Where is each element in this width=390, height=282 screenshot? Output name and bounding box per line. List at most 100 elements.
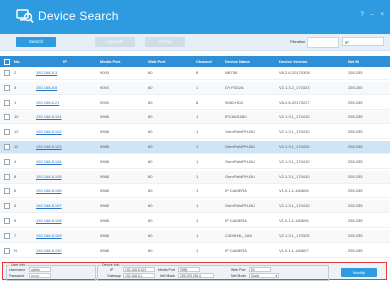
row-channel: 1 xyxy=(196,158,199,164)
row-checkbox[interactable] xyxy=(4,156,12,168)
row-ip[interactable]: 192.168.8.8 xyxy=(36,82,94,94)
row-channel: 8 xyxy=(196,99,199,105)
config-button[interactable]: Config xyxy=(145,37,185,47)
row-checkbox[interactable] xyxy=(4,97,12,109)
row-checkbox[interactable] xyxy=(4,245,12,257)
gateway-field[interactable]: 192.168.8.1 xyxy=(123,273,155,278)
col-header-web-port[interactable]: Web Port xyxy=(148,56,184,67)
row-web-port: 80 xyxy=(148,158,153,164)
row-web-port: 80 xyxy=(148,99,153,105)
row-channel: 8 xyxy=(196,70,199,75)
row-checkbox[interactable] xyxy=(4,141,12,153)
row-channel: 1 xyxy=(196,114,199,120)
row-web-port: 80 xyxy=(148,84,153,90)
row-device-version: V1.0.1.1-160606 xyxy=(279,218,309,223)
media-port-field[interactable]: 9988 xyxy=(178,267,200,272)
row-net-mask: 255.255 xyxy=(348,158,363,164)
select-all-checkbox[interactable] xyxy=(4,56,12,67)
table-row[interactable]: 2 192.168.8.3 9000 80 8 NB758 V8.2.6-20170308 2… xyxy=(0,67,390,80)
row-web-port: 80 xyxy=(148,203,153,209)
row-net-mask: 255.255 xyxy=(348,129,363,135)
row-device-name: OemFieldPH-BU xyxy=(225,203,255,209)
row-device-name: IPCAM1080 xyxy=(225,114,247,120)
row-checkbox[interactable] xyxy=(4,230,12,242)
table-row[interactable]: 8 192.168.8.105 9988 80 1 OemFieldPH-BU V2.1.3… xyxy=(0,170,390,184)
row-ip[interactable]: 192.168.8.108 xyxy=(36,215,94,227)
row-checkbox[interactable] xyxy=(4,200,12,212)
col-header-net-mask[interactable]: Net M xyxy=(348,56,388,67)
row-media-port: 9988 xyxy=(100,247,109,253)
col-header-device-version[interactable]: Device Version xyxy=(279,56,337,67)
row-net-mask: 255.255 xyxy=(348,144,363,149)
netmode-select[interactable]: Static ▾ xyxy=(249,273,279,278)
table-row[interactable]: N 192.168.8.190 9988 80 1 IP CAMERA V1.0.1.1-1… xyxy=(0,245,390,258)
table-row[interactable]: 4 192.168.8.104 9988 80 1 OemFieldPH-BU V2.1.3… xyxy=(0,156,390,169)
row-ip[interactable]: 192.168.8.21 xyxy=(36,97,94,109)
col-header-ip[interactable]: IP xyxy=(36,56,94,67)
row-no: 7 xyxy=(14,232,17,238)
row-device-version: V2.1.3.2_170323 xyxy=(279,84,310,90)
username-field[interactable]: admin xyxy=(29,267,51,272)
col-header-no[interactable]: No. xyxy=(14,56,30,67)
upgrade-button[interactable]: Upgrade xyxy=(95,37,135,47)
filter-input[interactable] xyxy=(307,37,339,48)
table-row[interactable]: 1 192.168.8.21 9000 80 8 9080-HD2 V8.2.6-20170… xyxy=(0,97,390,110)
row-channel: 1 xyxy=(196,218,199,223)
row-ip[interactable]: 192.168.8.101 xyxy=(36,111,94,123)
table-row[interactable]: 3 192.168.8.8 9000 80 1 DYYSD2A V2.1.3.2_17032… xyxy=(0,81,390,95)
row-checkbox[interactable] xyxy=(4,82,12,94)
row-checkbox[interactable] xyxy=(4,215,12,227)
row-ip[interactable]: 192.168.8.3 xyxy=(36,67,94,79)
row-no: 4 xyxy=(14,158,17,164)
row-ip[interactable]: 192.168.8.103 xyxy=(36,141,94,153)
row-checkbox[interactable] xyxy=(4,185,12,197)
table-row[interactable]: 12 192.168.8.102 9988 80 1 OemFieldPH-BU V2.1.… xyxy=(0,126,390,140)
row-no: 10 xyxy=(14,114,19,120)
close-icon[interactable]: × xyxy=(380,12,384,18)
row-device-version: V2.1.3.1_170325 xyxy=(279,232,310,238)
row-no: 11 xyxy=(14,144,19,149)
table-row[interactable]: 7 192.168.8.109 9988 80 1 C4D9H4L_16A V2.1.3.1… xyxy=(0,229,390,243)
row-checkbox[interactable] xyxy=(4,126,12,138)
row-device-name: 9080-HD2 xyxy=(225,99,244,105)
row-ip[interactable]: 192.168.8.105 xyxy=(36,171,94,183)
table-row[interactable]: 9 192.168.8.108 9988 80 1 IP CAMERA V1.0.1.1-1… xyxy=(0,215,390,228)
table-row[interactable]: 10 192.168.8.101 9988 80 1 IPCAM1080 V2.1.3.1_… xyxy=(0,111,390,125)
col-header-media-port[interactable]: Media Port xyxy=(100,56,136,67)
col-header-channel[interactable]: Channel xyxy=(196,56,224,67)
row-web-port: 80 xyxy=(148,70,153,75)
row-ip[interactable]: 192.168.8.190 xyxy=(36,245,94,257)
row-checkbox[interactable] xyxy=(4,67,12,79)
row-checkbox[interactable] xyxy=(4,111,12,123)
password-field[interactable]: ••••••• xyxy=(29,273,51,278)
row-checkbox[interactable] xyxy=(4,171,12,183)
web-port-field[interactable]: 80 xyxy=(249,267,271,272)
row-ip[interactable]: 192.168.8.106 xyxy=(36,185,94,197)
help-icon[interactable]: ? xyxy=(360,12,363,18)
search-button[interactable]: Search xyxy=(16,37,56,47)
table-row[interactable]: 6 192.168.8.106 9988 80 1 IP CAMERA V1.0.1.1-1… xyxy=(0,185,390,199)
row-device-name: C4D9H4L_16A xyxy=(225,232,252,238)
minimize-icon[interactable]: – xyxy=(370,12,373,18)
row-net-mask: 255.255 xyxy=(348,99,363,105)
row-net-mask: 255.255 xyxy=(348,173,363,179)
modify-button[interactable]: Modify xyxy=(341,268,377,277)
row-media-port: 9988 xyxy=(100,203,109,209)
row-ip[interactable]: 192.168.8.104 xyxy=(36,156,94,168)
row-ip[interactable]: 192.168.8.109 xyxy=(36,230,94,242)
row-device-name: NB758 xyxy=(225,70,238,75)
row-web-port: 80 xyxy=(148,173,153,179)
table-row[interactable]: 5 192.168.8.107 9988 80 1 OemFieldPH-BU V2.1.3… xyxy=(0,200,390,214)
row-no: N xyxy=(14,247,17,253)
password-label: Password xyxy=(9,274,25,278)
row-ip[interactable]: 192.168.8.107 xyxy=(36,200,94,212)
row-ip[interactable]: 192.168.8.102 xyxy=(36,126,94,138)
netmask-field[interactable]: 255.255.255.0 xyxy=(178,273,214,278)
col-header-device-name[interactable]: Device Name xyxy=(225,56,273,67)
table-row[interactable]: 11 192.168.8.103 9988 80 1 OemFieldPH-BU V2.1.… xyxy=(0,141,390,154)
filter-field-select[interactable]: IP xyxy=(342,37,384,46)
netmask-label: Net Mask xyxy=(160,274,175,278)
row-media-port: 9000 xyxy=(100,70,109,75)
ip-field[interactable]: 192.168.8.103 xyxy=(123,267,155,272)
row-device-version: V1.0.1.1-160606 xyxy=(279,188,309,194)
